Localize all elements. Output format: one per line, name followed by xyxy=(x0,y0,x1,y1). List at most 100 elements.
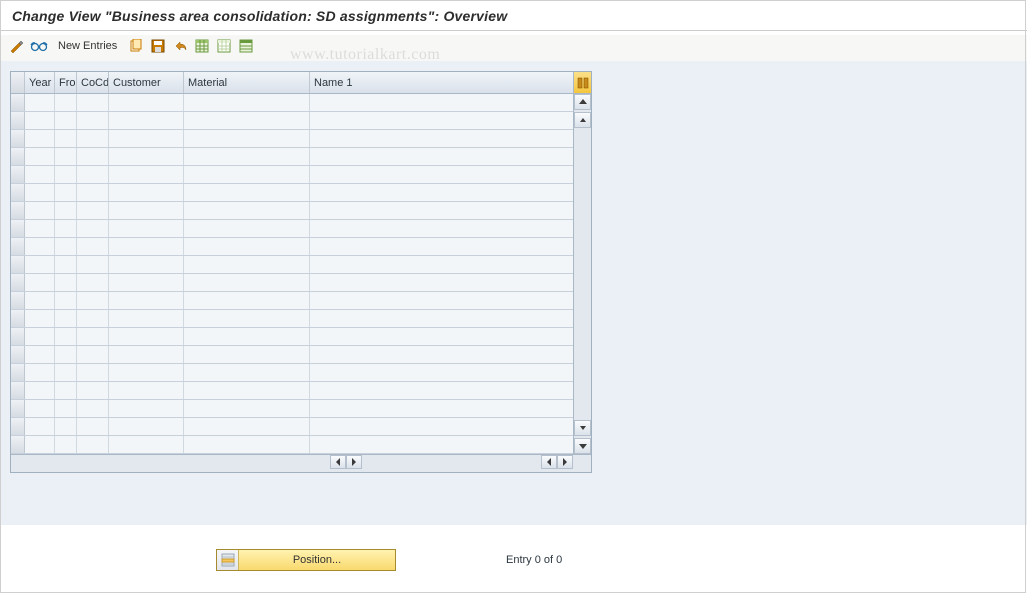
cell-customer[interactable] xyxy=(109,112,184,129)
cell-name1[interactable] xyxy=(310,202,573,219)
cell-name1[interactable] xyxy=(310,166,573,183)
scroll-bottom-icon[interactable] xyxy=(574,438,591,454)
cell-year[interactable] xyxy=(25,130,55,147)
row-selector[interactable] xyxy=(11,130,25,147)
cell-material[interactable] xyxy=(184,382,310,399)
cell-name1[interactable] xyxy=(310,148,573,165)
cell-cocd[interactable] xyxy=(77,292,109,309)
column-header-material[interactable]: Material xyxy=(184,72,310,93)
cell-material[interactable] xyxy=(184,328,310,345)
cell-fro[interactable] xyxy=(55,238,77,255)
cell-material[interactable] xyxy=(184,436,310,453)
cell-fro[interactable] xyxy=(55,220,77,237)
table-row[interactable] xyxy=(11,328,573,346)
cell-cocd[interactable] xyxy=(77,256,109,273)
cell-material[interactable] xyxy=(184,202,310,219)
hscroll-left2-icon[interactable] xyxy=(541,455,557,469)
cell-customer[interactable] xyxy=(109,238,184,255)
cell-cocd[interactable] xyxy=(77,94,109,111)
row-selector[interactable] xyxy=(11,112,25,129)
cell-fro[interactable] xyxy=(55,274,77,291)
cell-cocd[interactable] xyxy=(77,418,109,435)
glasses-icon[interactable] xyxy=(30,37,48,55)
table-row[interactable] xyxy=(11,418,573,436)
cell-fro[interactable] xyxy=(55,292,77,309)
cell-fro[interactable] xyxy=(55,418,77,435)
cell-fro[interactable] xyxy=(55,328,77,345)
row-selector[interactable] xyxy=(11,328,25,345)
cell-year[interactable] xyxy=(25,346,55,363)
table-row[interactable] xyxy=(11,112,573,130)
cell-name1[interactable] xyxy=(310,274,573,291)
cell-material[interactable] xyxy=(184,292,310,309)
row-selector[interactable] xyxy=(11,400,25,417)
row-selector[interactable] xyxy=(11,364,25,381)
table-row[interactable] xyxy=(11,346,573,364)
row-selector[interactable] xyxy=(11,274,25,291)
cell-cocd[interactable] xyxy=(77,202,109,219)
cell-customer[interactable] xyxy=(109,418,184,435)
cell-fro[interactable] xyxy=(55,148,77,165)
cell-customer[interactable] xyxy=(109,148,184,165)
cell-customer[interactable] xyxy=(109,436,184,453)
cell-cocd[interactable] xyxy=(77,274,109,291)
cell-year[interactable] xyxy=(25,418,55,435)
cell-year[interactable] xyxy=(25,274,55,291)
cell-material[interactable] xyxy=(184,130,310,147)
row-selector[interactable] xyxy=(11,256,25,273)
cell-year[interactable] xyxy=(25,364,55,381)
table-row[interactable] xyxy=(11,364,573,382)
cell-year[interactable] xyxy=(25,400,55,417)
scroll-up-icon[interactable] xyxy=(574,112,591,128)
cell-year[interactable] xyxy=(25,436,55,453)
cell-name1[interactable] xyxy=(310,184,573,201)
cell-year[interactable] xyxy=(25,238,55,255)
cell-material[interactable] xyxy=(184,364,310,381)
cell-name1[interactable] xyxy=(310,94,573,111)
cell-material[interactable] xyxy=(184,220,310,237)
cell-name1[interactable] xyxy=(310,328,573,345)
vertical-scrollbar[interactable] xyxy=(573,94,591,454)
row-selector[interactable] xyxy=(11,292,25,309)
position-button[interactable]: Position... xyxy=(216,549,396,571)
table-row[interactable] xyxy=(11,292,573,310)
cell-material[interactable] xyxy=(184,94,310,111)
cell-customer[interactable] xyxy=(109,382,184,399)
cell-name1[interactable] xyxy=(310,112,573,129)
row-selector[interactable] xyxy=(11,220,25,237)
cell-cocd[interactable] xyxy=(77,166,109,183)
table-row[interactable] xyxy=(11,94,573,112)
table-row[interactable] xyxy=(11,166,573,184)
row-selector[interactable] xyxy=(11,184,25,201)
cell-year[interactable] xyxy=(25,310,55,327)
cell-name1[interactable] xyxy=(310,256,573,273)
table-row[interactable] xyxy=(11,148,573,166)
display-change-icon[interactable] xyxy=(8,37,26,55)
cell-year[interactable] xyxy=(25,328,55,345)
new-entries-button[interactable]: New Entries xyxy=(52,40,123,52)
cell-material[interactable] xyxy=(184,238,310,255)
hscroll-left-icon[interactable] xyxy=(330,455,346,469)
hscroll-right2-icon[interactable] xyxy=(557,455,573,469)
cell-fro[interactable] xyxy=(55,256,77,273)
cell-cocd[interactable] xyxy=(77,346,109,363)
cell-customer[interactable] xyxy=(109,202,184,219)
table-row[interactable] xyxy=(11,238,573,256)
cell-fro[interactable] xyxy=(55,166,77,183)
cell-customer[interactable] xyxy=(109,166,184,183)
cell-cocd[interactable] xyxy=(77,184,109,201)
cell-material[interactable] xyxy=(184,418,310,435)
scroll-top-icon[interactable] xyxy=(574,94,591,110)
cell-year[interactable] xyxy=(25,292,55,309)
cell-cocd[interactable] xyxy=(77,382,109,399)
configure-columns-icon[interactable] xyxy=(573,72,591,93)
save-icon[interactable] xyxy=(149,37,167,55)
row-selector[interactable] xyxy=(11,382,25,399)
cell-fro[interactable] xyxy=(55,400,77,417)
cell-customer[interactable] xyxy=(109,94,184,111)
cell-customer[interactable] xyxy=(109,184,184,201)
cell-name1[interactable] xyxy=(310,346,573,363)
cell-fro[interactable] xyxy=(55,112,77,129)
cell-cocd[interactable] xyxy=(77,220,109,237)
cell-fro[interactable] xyxy=(55,346,77,363)
